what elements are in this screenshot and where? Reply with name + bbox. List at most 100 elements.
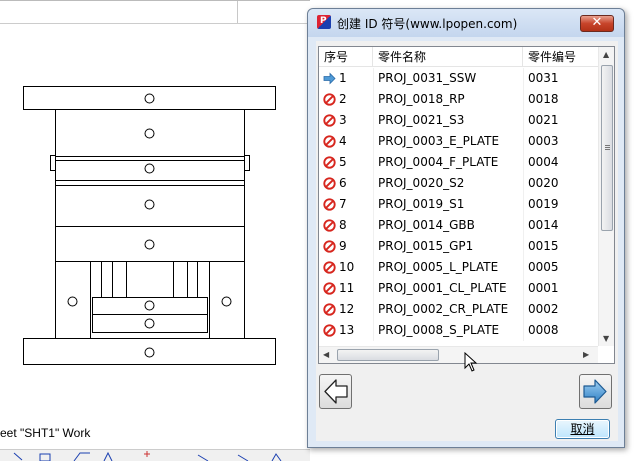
cell-part-code: 0018 bbox=[523, 89, 599, 110]
cell-part-name: PROJ_0008_S_PLATE bbox=[373, 320, 523, 341]
prohibited-icon bbox=[323, 198, 336, 211]
mold-assembly-drawing bbox=[23, 86, 276, 365]
prohibited-icon bbox=[323, 303, 336, 316]
cell-seq: 12 bbox=[319, 299, 373, 320]
dialog-client-area: 序号 零件名称 零件编号 1 PROJ_0031_SSW 0031 2 PROJ_001… bbox=[316, 41, 618, 441]
row-seq-text: 2 bbox=[339, 92, 347, 106]
cell-seq: 7 bbox=[319, 194, 373, 215]
cell-part-name: PROJ_0020_S2 bbox=[373, 173, 523, 194]
app-logo-icon: P bbox=[317, 15, 331, 29]
cell-part-name: PROJ_0002_CR_PLATE bbox=[373, 299, 523, 320]
vertical-scrollbar[interactable]: ▲ ▼ bbox=[598, 47, 614, 346]
create-id-symbol-dialog: P 创建 ID 符号(www.lpopen.com) ✕ 序号 零件名称 零件编… bbox=[307, 8, 625, 448]
cad-drawing-area[interactable]: eet "SHT1" Work bbox=[0, 0, 310, 461]
row-seq-text: 5 bbox=[339, 155, 347, 169]
cell-part-code: 0031 bbox=[523, 68, 599, 89]
polyline-tool-icon bbox=[73, 452, 90, 461]
cancel-button[interactable]: 取消 bbox=[555, 419, 610, 439]
list-item[interactable]: 5 PROJ_0004_F_PLATE 0004 bbox=[319, 152, 599, 173]
scroll-up-icon[interactable]: ▲ bbox=[603, 50, 609, 59]
prohibited-icon bbox=[323, 240, 336, 253]
list-item[interactable]: 4 PROJ_0003_E_PLATE 0003 bbox=[319, 131, 599, 152]
list-item[interactable]: 1 PROJ_0031_SSW 0031 bbox=[319, 68, 599, 89]
horizontal-scrollbar[interactable]: ◀ ▶ bbox=[319, 346, 598, 363]
close-button[interactable]: ✕ bbox=[580, 15, 614, 32]
line-tool-icon bbox=[13, 452, 23, 461]
cell-part-code: 0002 bbox=[523, 299, 599, 320]
scroll-down-icon[interactable]: ▼ bbox=[603, 334, 609, 343]
scroll-left-icon[interactable]: ◀ bbox=[323, 350, 329, 359]
cell-part-code: 0021 bbox=[523, 110, 599, 131]
row-seq-text: 9 bbox=[339, 239, 347, 253]
b-plate bbox=[55, 185, 245, 227]
next-button[interactable] bbox=[579, 374, 612, 409]
cell-part-code: 0004 bbox=[523, 152, 599, 173]
a-plate bbox=[55, 109, 245, 157]
column-header-code[interactable]: 零件编号 bbox=[523, 47, 599, 67]
prohibited-icon bbox=[323, 114, 336, 127]
cell-part-code: 0008 bbox=[523, 320, 599, 341]
row-seq-text: 1 bbox=[339, 71, 347, 85]
dialog-title-bar[interactable]: P 创建 ID 符号(www.lpopen.com) ✕ bbox=[308, 9, 624, 37]
arrow-left-outline-icon bbox=[324, 379, 348, 404]
column-header-name[interactable]: 零件名称 bbox=[373, 47, 523, 67]
support-plate bbox=[55, 226, 245, 262]
row-seq-text: 10 bbox=[339, 260, 355, 274]
space-block-right bbox=[209, 261, 245, 339]
bottom-clamp-plate bbox=[23, 338, 276, 365]
cell-part-name: PROJ_0015_GP1 bbox=[373, 236, 523, 257]
list-item[interactable]: 11 PROJ_0001_CL_PLATE 0001 bbox=[319, 278, 599, 299]
triangle-tool-icon bbox=[103, 451, 113, 461]
arrow-right-icon bbox=[323, 72, 336, 85]
space-block-left bbox=[55, 261, 91, 339]
peak-tool-icon bbox=[271, 453, 282, 461]
ejector-retainer-plate bbox=[92, 297, 208, 315]
close-icon: ✕ bbox=[591, 15, 603, 30]
plus-tool-icon bbox=[144, 451, 150, 457]
cell-seq: 2 bbox=[319, 89, 373, 110]
scroll-right-icon[interactable]: ▶ bbox=[583, 350, 589, 359]
cell-seq: 13 bbox=[319, 320, 373, 341]
cell-seq: 3 bbox=[319, 110, 373, 131]
list-item[interactable]: 10 PROJ_0005_L_PLATE 0005 bbox=[319, 257, 599, 278]
list-item[interactable]: 12 PROJ_0002_CR_PLATE 0002 bbox=[319, 299, 599, 320]
vertical-scroll-thumb[interactable] bbox=[601, 65, 613, 231]
row-seq-text: 3 bbox=[339, 113, 347, 127]
list-item[interactable]: 2 PROJ_0018_RP 0018 bbox=[319, 89, 599, 110]
column-header-seq[interactable]: 序号 bbox=[319, 47, 373, 67]
row-seq-text: 7 bbox=[339, 197, 347, 211]
cell-seq: 10 bbox=[319, 257, 373, 278]
list-item[interactable]: 7 PROJ_0019_S1 0019 bbox=[319, 194, 599, 215]
mouse-cursor-icon bbox=[464, 352, 478, 372]
cell-part-code: 0014 bbox=[523, 215, 599, 236]
prohibited-icon bbox=[323, 156, 336, 169]
row-seq-text: 13 bbox=[339, 323, 355, 337]
dialog-title: 创建 ID 符号(www.lpopen.com) bbox=[337, 17, 518, 31]
list-item[interactable]: 13 PROJ_0008_S_PLATE 0008 bbox=[319, 320, 599, 341]
parts-list[interactable]: 序号 零件名称 零件编号 1 PROJ_0031_SSW 0031 2 PROJ_001… bbox=[318, 46, 615, 364]
cell-part-code: 0001 bbox=[523, 278, 599, 299]
row-seq-text: 8 bbox=[339, 218, 347, 232]
previous-button[interactable] bbox=[319, 374, 352, 409]
row-seq-text: 12 bbox=[339, 302, 355, 316]
cell-part-code: 0015 bbox=[523, 236, 599, 257]
bottom-toolbar bbox=[0, 449, 310, 461]
list-item[interactable]: 8 PROJ_0014_GBB 0014 bbox=[319, 215, 599, 236]
prohibited-icon bbox=[323, 261, 336, 274]
list-item[interactable]: 6 PROJ_0020_S2 0020 bbox=[319, 173, 599, 194]
list-item[interactable]: 3 PROJ_0021_S3 0021 bbox=[319, 110, 599, 131]
list-item[interactable]: 9 PROJ_0015_GP1 0015 bbox=[319, 236, 599, 257]
cell-part-name: PROJ_0018_RP bbox=[373, 89, 523, 110]
cell-seq: 6 bbox=[319, 173, 373, 194]
cell-part-name: PROJ_0005_L_PLATE bbox=[373, 257, 523, 278]
slash-tool-icon-2 bbox=[237, 454, 249, 461]
ejector-plate bbox=[92, 314, 208, 333]
arrow-right-blue-icon bbox=[583, 379, 607, 404]
horizontal-scroll-thumb[interactable] bbox=[337, 349, 439, 361]
cell-seq: 4 bbox=[319, 131, 373, 152]
cell-part-name: PROJ_0003_E_PLATE bbox=[373, 131, 523, 152]
prohibited-icon bbox=[323, 324, 336, 337]
cell-part-code: 0005 bbox=[523, 257, 599, 278]
cell-part-name: PROJ_0014_GBB bbox=[373, 215, 523, 236]
status-bar-text: eet "SHT1" Work bbox=[0, 426, 91, 440]
